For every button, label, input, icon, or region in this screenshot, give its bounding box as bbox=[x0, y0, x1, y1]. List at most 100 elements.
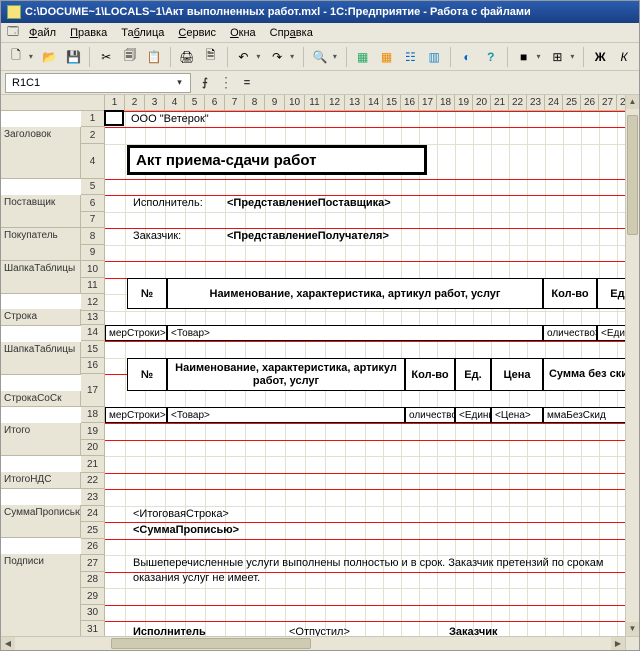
row-header[interactable]: 23 bbox=[81, 489, 105, 506]
section-label[interactable]: Заголовок bbox=[1, 127, 81, 179]
row-header[interactable]: 19 bbox=[81, 423, 105, 440]
row-header[interactable]: 12 bbox=[81, 294, 105, 311]
copy-button[interactable]: 🗐 bbox=[119, 46, 141, 68]
row-header[interactable]: 16 bbox=[81, 358, 105, 374]
open-button[interactable]: 📂 bbox=[39, 46, 61, 68]
section-label[interactable]: ШапкаТаблицы bbox=[1, 342, 81, 375]
col-header[interactable]: 7 bbox=[225, 95, 245, 111]
col-header[interactable]: 10 bbox=[285, 95, 305, 111]
col-header[interactable]: 9 bbox=[265, 95, 285, 111]
find-button[interactable]: 🔍 bbox=[309, 46, 331, 68]
col-header[interactable]: 17 bbox=[419, 95, 437, 111]
col-header[interactable]: 4 bbox=[165, 95, 185, 111]
section-label[interactable]: СтрокаСоСк bbox=[1, 391, 81, 407]
col-header[interactable]: 15 bbox=[383, 95, 401, 111]
col-header[interactable]: 3 bbox=[145, 95, 165, 111]
border-drop-icon[interactable]: ▾ bbox=[537, 52, 545, 61]
col-header[interactable]: 16 bbox=[401, 95, 419, 111]
mode1-button[interactable]: ◐ bbox=[456, 46, 478, 68]
vertical-scrollbar[interactable]: ▲ ▼ bbox=[625, 95, 639, 636]
row-header[interactable]: 27 bbox=[81, 555, 105, 572]
row-header[interactable]: 2 bbox=[81, 127, 105, 144]
calc1-button[interactable]: ▦ bbox=[352, 46, 374, 68]
tree-button[interactable]: ☷ bbox=[399, 46, 421, 68]
row-header[interactable]: 20 bbox=[81, 440, 105, 456]
row-header[interactable]: 1 bbox=[81, 111, 105, 127]
col-header[interactable]: 25 bbox=[563, 95, 581, 111]
menu-file[interactable]: Файл bbox=[23, 26, 62, 40]
undo-button[interactable]: ↶ bbox=[233, 46, 255, 68]
row-header[interactable]: 17 bbox=[81, 374, 105, 407]
row-header[interactable]: 11 bbox=[81, 278, 105, 294]
row-header[interactable]: 5 bbox=[81, 179, 105, 195]
italic-button[interactable]: К bbox=[613, 46, 635, 68]
menu-help[interactable]: Справка bbox=[264, 26, 319, 40]
menu-table[interactable]: Таблица bbox=[115, 26, 170, 40]
row-header[interactable]: 25 bbox=[81, 522, 105, 539]
scroll-up-icon[interactable]: ▲ bbox=[626, 95, 639, 109]
print-button[interactable]: 🖨 bbox=[176, 46, 198, 68]
help-button[interactable]: ? bbox=[480, 46, 502, 68]
paste-button[interactable]: 📋 bbox=[143, 46, 165, 68]
fx-button[interactable]: ⨍ bbox=[195, 76, 215, 89]
scroll-right-icon[interactable]: ▶ bbox=[611, 637, 625, 650]
col-header[interactable]: 12 bbox=[325, 95, 345, 111]
form-button[interactable]: ▥ bbox=[423, 46, 445, 68]
col-header[interactable]: 13 bbox=[345, 95, 365, 111]
section-label[interactable]: Строка bbox=[1, 309, 81, 326]
scroll-thumb-y[interactable] bbox=[627, 115, 638, 235]
section-label[interactable]: Покупатель bbox=[1, 228, 81, 261]
save-button[interactable]: 💾 bbox=[63, 46, 85, 68]
col-header[interactable]: 19 bbox=[455, 95, 473, 111]
row-header[interactable]: 21 bbox=[81, 456, 105, 473]
find-drop-icon[interactable]: ▾ bbox=[333, 52, 341, 61]
scroll-down-icon[interactable]: ▼ bbox=[626, 622, 639, 636]
col-header[interactable]: 8 bbox=[245, 95, 265, 111]
col-header[interactable]: 27 bbox=[599, 95, 617, 111]
col-header[interactable]: 6 bbox=[205, 95, 225, 111]
col-header[interactable]: 11 bbox=[305, 95, 325, 111]
col-header[interactable]: 14 bbox=[365, 95, 383, 111]
menu-windows[interactable]: Окна bbox=[224, 26, 262, 40]
section-label[interactable]: ШапкаТаблицы bbox=[1, 261, 81, 294]
new-button[interactable]: 🗋 bbox=[5, 46, 27, 68]
row-header[interactable]: 7 bbox=[81, 212, 105, 228]
select-all-corner[interactable] bbox=[1, 95, 105, 111]
row-header[interactable]: 22 bbox=[81, 473, 105, 489]
calc2-button[interactable]: ▦ bbox=[376, 46, 398, 68]
section-label[interactable]: ИтогоНДС bbox=[1, 472, 81, 489]
row-header[interactable]: 14 bbox=[81, 325, 105, 341]
col-header[interactable]: 20 bbox=[473, 95, 491, 111]
name-box-input[interactable] bbox=[10, 76, 173, 90]
row-header[interactable]: 4 bbox=[81, 144, 105, 179]
row-header[interactable]: 13 bbox=[81, 311, 105, 325]
row-header[interactable]: 15 bbox=[81, 341, 105, 358]
col-header[interactable]: 1 bbox=[105, 95, 125, 111]
border-button[interactable]: ■ bbox=[513, 46, 535, 68]
col-header[interactable]: 24 bbox=[545, 95, 563, 111]
menu-edit[interactable]: Правка bbox=[64, 26, 113, 40]
col-header[interactable]: 22 bbox=[509, 95, 527, 111]
sheet-area[interactable]: ООО "Ветерок" Акт приема-сдачи работ Исп… bbox=[105, 111, 639, 650]
name-box[interactable]: ▾ bbox=[5, 73, 191, 93]
preview-button[interactable]: 🗎 bbox=[200, 46, 222, 68]
new-drop-icon[interactable]: ▾ bbox=[29, 52, 37, 61]
col-header[interactable]: 5 bbox=[185, 95, 205, 111]
redo-drop-icon[interactable]: ▾ bbox=[290, 52, 298, 61]
section-label[interactable]: СуммаПрописью bbox=[1, 505, 81, 538]
row-header[interactable]: 26 bbox=[81, 539, 105, 555]
section-label[interactable]: Итого bbox=[1, 423, 81, 456]
cut-button[interactable]: ✂ bbox=[95, 46, 117, 68]
row-header[interactable]: 28 bbox=[81, 572, 105, 588]
cell-drop-icon[interactable]: ▾ bbox=[570, 52, 578, 61]
row-header[interactable]: 18 bbox=[81, 407, 105, 423]
col-header[interactable]: 18 bbox=[437, 95, 455, 111]
namebox-drop-icon[interactable]: ▾ bbox=[173, 77, 186, 88]
titlebar[interactable]: C:\DOCUME~1\LOCALS~1\Акт выполненных раб… bbox=[1, 1, 639, 23]
col-header[interactable]: 2 bbox=[125, 95, 145, 111]
undo-drop-icon[interactable]: ▾ bbox=[256, 52, 264, 61]
scroll-left-icon[interactable]: ◀ bbox=[1, 637, 15, 650]
col-header[interactable]: 21 bbox=[491, 95, 509, 111]
row-header[interactable]: 9 bbox=[81, 245, 105, 261]
row-header[interactable]: 30 bbox=[81, 605, 105, 621]
